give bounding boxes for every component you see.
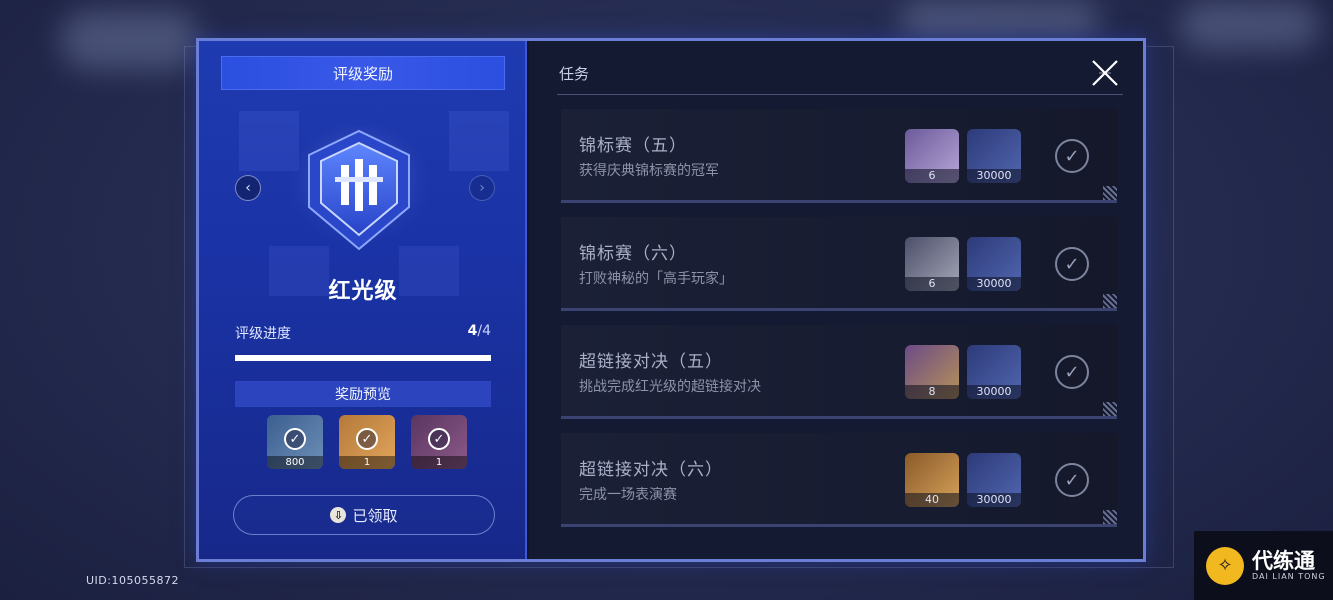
user-id: UID:105055872	[86, 574, 179, 587]
progress-value: 4/4	[467, 323, 491, 339]
tasks-title: 任务	[559, 65, 590, 83]
rating-progress-fill	[235, 355, 491, 361]
task-row: 超链接对决（六） 完成一场表演赛 40 30000 ✓	[561, 433, 1117, 527]
corner-decoration	[1103, 294, 1117, 308]
preview-reward-item[interactable]: ✓ 800	[267, 415, 323, 469]
next-rank-arrow[interactable]: ›	[469, 175, 495, 201]
rating-reward-panel: 评级奖励 ‹ › 红光级 评级进度 4/4 奖励预览 ✓ 800 ✓ 1 ✓ 1…	[199, 41, 527, 559]
rank-name: 红光级	[328, 279, 398, 304]
task-name: 锦标赛（五）	[579, 136, 687, 156]
task-row: 超链接对决（五） 挑战完成红光级的超链接对决 8 30000 ✓	[561, 325, 1117, 419]
rating-reward-header: 评级奖励	[221, 56, 505, 90]
watermark-title: 代练通	[1252, 549, 1315, 573]
reward-scroll-icon[interactable]: 8	[905, 345, 959, 399]
corner-decoration	[1103, 186, 1117, 200]
corner-decoration	[1103, 402, 1117, 416]
reward-coin-stack-icon[interactable]: 30000	[967, 129, 1021, 183]
task-description: 完成一场表演赛	[579, 487, 677, 503]
task-name: 锦标赛（六）	[579, 244, 687, 264]
reward-character-card-icon[interactable]: 6	[905, 129, 959, 183]
watermark-subtitle: DAI LIAN TONG	[1252, 572, 1326, 581]
task-name: 超链接对决（五）	[579, 352, 723, 372]
task-name: 超链接对决（六）	[579, 460, 723, 480]
task-description: 打败神秘的「高手玩家」	[579, 271, 733, 287]
task-description: 获得庆典锦标赛的冠军	[579, 163, 719, 179]
reward-preview-list: ✓ 800 ✓ 1 ✓ 1	[267, 415, 467, 469]
reward-coin-stack-icon[interactable]: 30000	[967, 237, 1021, 291]
watermark: ✧ 代练通 DAI LIAN TONG	[1194, 531, 1333, 600]
reward-coin-stack-icon[interactable]: 30000	[967, 453, 1021, 507]
reward-book-icon[interactable]: 40	[905, 453, 959, 507]
task-complete-check-icon: ✓	[1055, 355, 1089, 389]
download-icon: ⇩	[330, 507, 347, 523]
task-row: 锦标赛（五） 获得庆典锦标赛的冠军 6 30000 ✓	[561, 109, 1117, 203]
watermark-logo-icon: ✧	[1206, 546, 1244, 585]
claimed-check-icon: ✓	[356, 428, 378, 451]
task-row: 锦标赛（六） 打败神秘的「高手玩家」 6 30000 ✓	[561, 217, 1117, 311]
preview-reward-item[interactable]: ✓ 1	[339, 415, 395, 469]
task-complete-check-icon: ✓	[1055, 247, 1089, 281]
task-complete-check-icon: ✓	[1055, 463, 1089, 497]
preview-reward-item[interactable]: ✓ 1	[411, 415, 467, 469]
task-description: 挑战完成红光级的超链接对决	[579, 379, 761, 395]
rating-dialog: 评级奖励 ‹ › 红光级 评级进度 4/4 奖励预览 ✓ 800 ✓ 1 ✓ 1…	[196, 38, 1146, 562]
corner-decoration	[1103, 510, 1117, 524]
claimed-check-icon: ✓	[284, 428, 306, 451]
reward-coin-stack-icon[interactable]: 30000	[967, 345, 1021, 399]
reward-preview-title: 奖励预览	[235, 381, 491, 407]
rank-badge-icon	[285, 123, 433, 257]
prev-rank-arrow[interactable]: ‹	[235, 175, 261, 201]
claimed-button[interactable]: ⇩ 已领取	[233, 495, 495, 535]
divider	[557, 94, 1123, 95]
progress-label: 评级进度	[235, 326, 291, 342]
task-panel: 任务 锦标赛（五） 获得庆典锦标赛的冠军 6 30000 ✓ 锦标赛（六） 打败…	[529, 41, 1143, 559]
task-list: 锦标赛（五） 获得庆典锦标赛的冠军 6 30000 ✓ 锦标赛（六） 打败神秘的…	[561, 109, 1121, 541]
rating-progress-bar	[235, 355, 491, 361]
task-complete-check-icon: ✓	[1055, 139, 1089, 173]
close-icon[interactable]	[1089, 57, 1121, 89]
claimed-button-label: 已领取	[352, 506, 398, 525]
reward-character-card-icon[interactable]: 6	[905, 237, 959, 291]
claimed-check-icon: ✓	[428, 428, 450, 451]
